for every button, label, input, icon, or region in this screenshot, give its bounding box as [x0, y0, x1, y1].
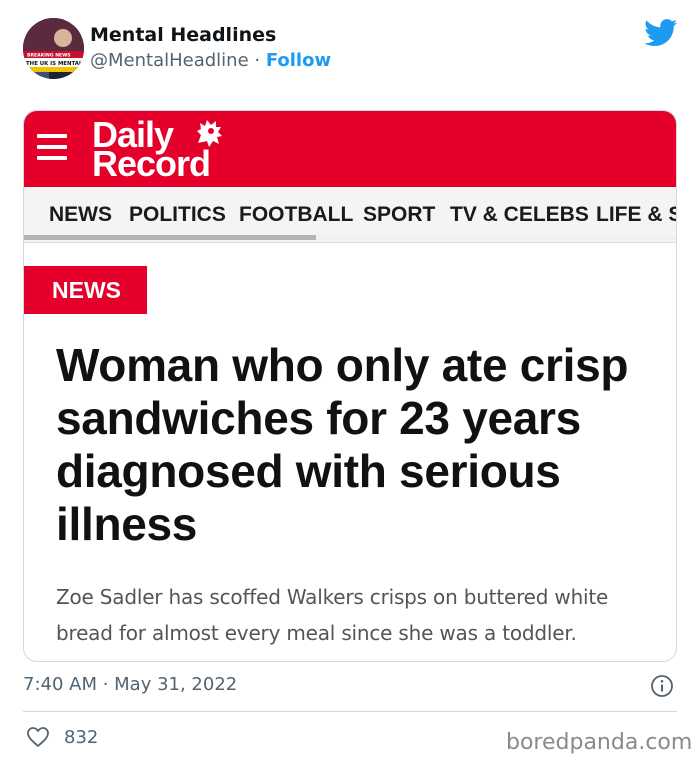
- follow-button[interactable]: Follow: [266, 50, 331, 71]
- section-tag[interactable]: NEWS: [24, 266, 147, 314]
- tweet-timestamp[interactable]: 7:40 AM · May 31, 2022: [23, 674, 237, 695]
- footer-divider: [23, 711, 677, 712]
- info-icon[interactable]: [650, 674, 674, 698]
- nav-news[interactable]: NEWS: [49, 203, 112, 227]
- author-handle[interactable]: @MentalHeadline: [90, 50, 249, 71]
- article-headline[interactable]: Woman who only ate crisp sandwiches for …: [56, 339, 661, 551]
- nav-tv-celebs[interactable]: TV & CELEBS: [450, 203, 589, 227]
- avatar-banner-main: THE UK IS MENTAL: [26, 61, 83, 67]
- author-handle-row: @MentalHeadline · Follow: [90, 50, 331, 71]
- watermark: boredpanda.com: [506, 730, 693, 755]
- article-card[interactable]: Daily Record NEWS POLITICS FOOTBALL SPOR…: [23, 110, 677, 662]
- nav-sport[interactable]: SPORT: [363, 203, 435, 227]
- avatar-banner-top: BREAKING NEWS: [27, 53, 71, 59]
- logo-record: Record: [92, 143, 211, 184]
- heart-icon[interactable]: [26, 726, 50, 748]
- avatar-image: BREAKING NEWS THE UK IS MENTAL: [23, 18, 84, 79]
- author-name[interactable]: Mental Headlines: [90, 24, 276, 46]
- nav-football[interactable]: FOOTBALL: [239, 203, 353, 227]
- avatar[interactable]: BREAKING NEWS THE UK IS MENTAL: [23, 18, 84, 79]
- hamburger-menu-icon[interactable]: [37, 134, 67, 160]
- masthead: Daily Record: [24, 111, 676, 187]
- lion-crest-icon: [197, 120, 222, 147]
- like-count: 832: [64, 727, 99, 748]
- handle-separator: ·: [248, 50, 266, 71]
- article-standfirst: Zoe Sadler has scoffed Walkers crisps on…: [56, 585, 609, 645]
- twitter-bird-icon[interactable]: [644, 19, 678, 47]
- tweet: BREAKING NEWS THE UK IS MENTAL Mental He…: [0, 0, 700, 764]
- nav-life-style[interactable]: LIFE & ST: [596, 203, 676, 227]
- nav-politics[interactable]: POLITICS: [129, 203, 226, 227]
- nav-scrollbar-thumb[interactable]: [24, 235, 316, 240]
